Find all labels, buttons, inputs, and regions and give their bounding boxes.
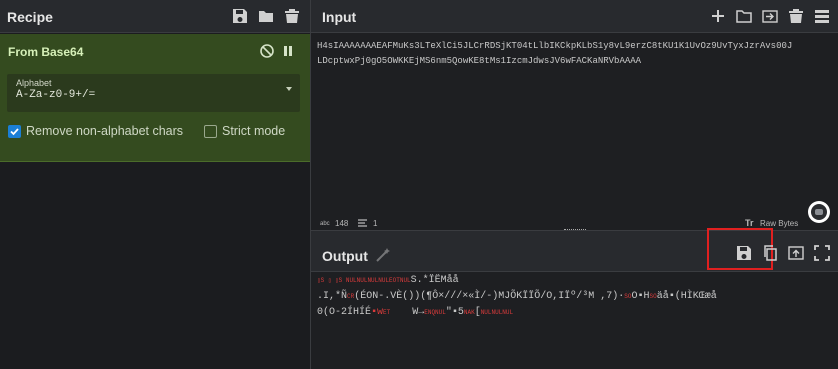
control-char: ET: [383, 309, 391, 316]
input-header: Input: [311, 0, 838, 33]
copy-icon[interactable]: [761, 244, 779, 262]
input-title: Input: [322, 9, 357, 25]
operation-title: From Base64: [8, 45, 84, 59]
lines-icon: [358, 219, 367, 229]
output-text: (ÉON-.VÈ())(¶Ô×///×«Ì/-)MJÕKÏÏÕ/O,IÏº/³M…: [354, 291, 625, 302]
strict-mode-checkbox[interactable]: [204, 125, 217, 138]
chef-bot-button[interactable]: [808, 201, 830, 223]
output-text: 0(O-2ÍHÍÉ: [317, 307, 372, 318]
output-text: W→: [412, 307, 425, 318]
checkmark-icon: [10, 128, 19, 136]
control-char: ▪w: [371, 307, 384, 318]
bot-icon: [811, 204, 827, 220]
chevron-down-icon: [286, 87, 292, 91]
output-text: O▪H: [631, 291, 650, 302]
control-char: SO: [649, 293, 657, 300]
output-line-1[interactable]: ▯S ▯ ▯S NULNULNULNULEOTNULS.*ÏËMåå: [317, 273, 459, 288]
layout-icon[interactable]: [813, 7, 831, 25]
replace-input-icon[interactable]: [787, 244, 805, 262]
control-char: ENQNUL: [424, 309, 446, 316]
recipe-header: Recipe: [0, 0, 310, 33]
output-title: Output: [322, 248, 368, 264]
raw-bytes-label[interactable]: Raw Bytes: [760, 219, 798, 228]
input-char-count: 148: [335, 219, 349, 228]
input-line-count: 1: [373, 219, 378, 228]
text-format-icon[interactable]: Tr: [745, 218, 754, 228]
alphabet-value: A-Za-z0-9+/=: [16, 89, 96, 101]
output-line-2[interactable]: .I,*ÑCR(ÉON-.VÈ())(¶Ô×///×«Ì/-)MJÕKÏÏÕ/O…: [317, 289, 717, 304]
recipe-title: Recipe: [7, 9, 53, 25]
operation-from-base64: From Base64 Alphabet A-Za-z0-9+/= Remove…: [0, 34, 310, 162]
save-output-icon[interactable]: [735, 244, 753, 262]
control-char: NULNULNUL: [480, 309, 514, 316]
maximize-icon[interactable]: [813, 244, 831, 262]
pause-icon[interactable]: [279, 42, 297, 60]
strict-mode-label: Strict mode: [222, 124, 286, 138]
control-char: NAK: [463, 309, 475, 316]
chars-icon: abc: [320, 221, 330, 227]
output-text: S.*ÏËMåå: [410, 275, 459, 286]
remove-non-alphabet-checkbox[interactable]: [8, 125, 21, 138]
open-folder-icon[interactable]: [735, 7, 753, 25]
control-chars: ▯S ▯ ▯S NULNULNULNULEOTNUL: [317, 277, 411, 284]
output-text: äå▪(HÌKŒæå: [656, 291, 717, 302]
output-text: .I,*Ñ: [317, 291, 348, 302]
trash-icon[interactable]: [283, 7, 301, 25]
input-line-2[interactable]: LDcptwxPj0gO5OWKKEjMS6nm5QowKE8tMs1IzcmJ…: [317, 54, 641, 69]
delete-icon[interactable]: [787, 7, 805, 25]
alphabet-label: Alphabet: [16, 78, 52, 88]
output-line-3[interactable]: 0(O-2ÍHÍÉ▪wET W→ENQNUL"▪5NAK[NULNULNUL: [317, 305, 513, 320]
magic-wand-icon[interactable]: [374, 246, 392, 264]
folder-icon[interactable]: [257, 7, 275, 25]
add-icon[interactable]: [709, 7, 727, 25]
io-pane: Input H4sIAAAAAAAEAFMuKs3LTeXlCi5JLCrRDS…: [311, 0, 838, 369]
alphabet-select[interactable]: Alphabet A-Za-z0-9+/=: [7, 74, 300, 112]
import-icon[interactable]: [761, 7, 779, 25]
input-line-1[interactable]: H4sIAAAAAAAEAFMuKs3LTeXlCi5JLCrRDSjKT04t…: [317, 39, 792, 54]
disable-icon[interactable]: [258, 42, 276, 60]
output-text: "▪5: [445, 307, 464, 318]
output-header: Output: [311, 228, 838, 272]
remove-non-alphabet-label: Remove non-alphabet chars: [26, 124, 184, 138]
recipe-pane: Recipe From Base64 Alphabet A-Za-z0-9+/=…: [0, 0, 311, 369]
save-recipe-icon[interactable]: [231, 7, 249, 25]
